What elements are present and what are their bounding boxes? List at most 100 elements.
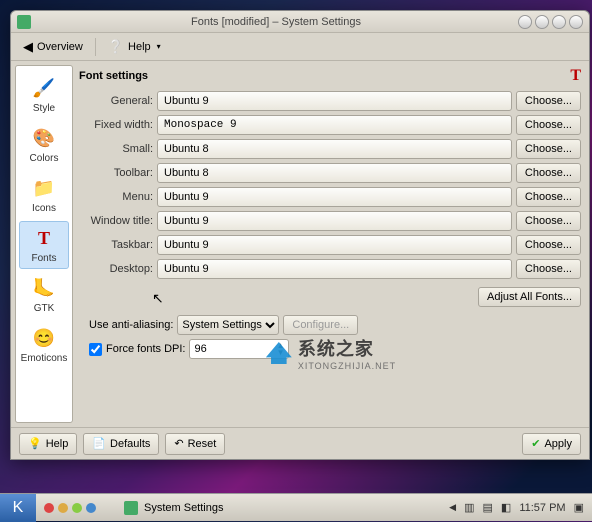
label-taskbar: Taskbar: bbox=[79, 239, 157, 251]
value-fixed[interactable]: Monospace 9 bbox=[157, 115, 512, 135]
task-icon bbox=[124, 501, 138, 515]
task-label: System Settings bbox=[144, 502, 223, 514]
help-label: Help bbox=[46, 438, 69, 450]
choose-toolbar[interactable]: Choose... bbox=[516, 163, 581, 183]
tray-icon[interactable] bbox=[44, 503, 54, 513]
defaults-label: Defaults bbox=[110, 438, 150, 450]
value-windowtitle[interactable]: Ubuntu 9 bbox=[157, 211, 512, 231]
show-desktop-icon[interactable]: ▣ bbox=[574, 501, 584, 514]
defaults-icon: 📄 bbox=[92, 437, 106, 450]
sidebar-item-gtk[interactable]: 🦶 GTK bbox=[19, 271, 69, 319]
system-tray: ◀ ▥ ▤ ◧ 11:57 PM ▣ bbox=[441, 501, 592, 514]
toolbar-separator bbox=[95, 38, 96, 56]
aa-label: Use anti-aliasing: bbox=[89, 319, 173, 331]
label-desktop: Desktop: bbox=[79, 263, 157, 275]
overview-button[interactable]: ◀Overview bbox=[17, 37, 89, 57]
help-button[interactable]: 💡 Help bbox=[19, 433, 77, 455]
sidebar-item-fonts[interactable]: TFonts bbox=[19, 221, 69, 269]
choose-windowtitle[interactable]: Choose... bbox=[516, 211, 581, 231]
panel-title: Font settings bbox=[79, 70, 570, 82]
help-menu[interactable]: ❔ Help ▾ bbox=[102, 37, 167, 57]
choose-fixed[interactable]: Choose... bbox=[516, 115, 581, 135]
adjust-row: Adjust All Fonts... bbox=[79, 287, 581, 307]
sidebar-item-emoticons[interactable]: 😊 Emoticons bbox=[19, 321, 69, 369]
minimize-button[interactable] bbox=[535, 15, 549, 29]
tray-group bbox=[36, 503, 104, 513]
tray-app-icon[interactable]: ◧ bbox=[501, 501, 511, 514]
row-windowtitle: Window title:Ubuntu 9Choose... bbox=[79, 211, 581, 231]
tray-icon[interactable] bbox=[72, 503, 82, 513]
help-window-button[interactable] bbox=[518, 15, 532, 29]
sidebar-label: GTK bbox=[34, 303, 55, 314]
sidebar-item-colors[interactable]: 🎨Colors bbox=[19, 121, 69, 169]
tray-app-icon[interactable]: ▤ bbox=[483, 501, 493, 514]
gtk-icon: 🦶 bbox=[32, 277, 56, 301]
sidebar-item-style[interactable]: 🖌️ Style bbox=[19, 71, 69, 119]
clock[interactable]: 11:57 PM bbox=[519, 502, 565, 514]
close-button[interactable] bbox=[569, 15, 583, 29]
overview-label: Overview bbox=[37, 41, 83, 53]
sidebar-label: Emoticons bbox=[21, 353, 68, 364]
dpi-label: Force fonts DPI: bbox=[106, 343, 185, 355]
settings-window: Fonts [modified] – System Settings ◀Over… bbox=[10, 10, 590, 460]
defaults-button[interactable]: 📄 Defaults bbox=[83, 433, 159, 455]
sidebar: 🖌️ Style 🎨Colors 📁Icons TFonts 🦶 GTK 😊 Emot… bbox=[15, 65, 73, 423]
tray-icon[interactable] bbox=[58, 503, 68, 513]
choose-small[interactable]: Choose... bbox=[516, 139, 581, 159]
window-title: Fonts [modified] – System Settings bbox=[37, 16, 515, 28]
sidebar-label: Colors bbox=[30, 153, 59, 164]
help-icon: 💡 bbox=[28, 437, 42, 450]
choose-desktop[interactable]: Choose... bbox=[516, 259, 581, 279]
watermark-cn: 系统之家 bbox=[298, 335, 396, 361]
taskbar-entry[interactable]: System Settings bbox=[116, 499, 231, 517]
apply-label: Apply bbox=[544, 438, 572, 450]
tray-app-icon[interactable]: ▥ bbox=[464, 501, 474, 514]
dpi-checkbox[interactable] bbox=[89, 343, 102, 356]
window-body: 🖌️Style 🎨Colors 📁Icons TFonts 🦶GTK 😊Emot… bbox=[11, 61, 589, 427]
value-small[interactable]: Ubuntu 8 bbox=[157, 139, 512, 159]
choose-menu[interactable]: Choose... bbox=[516, 187, 581, 207]
choose-taskbar[interactable]: Choose... bbox=[516, 235, 581, 255]
sidebar-item-icons[interactable]: 📁Icons bbox=[19, 171, 69, 219]
row-general: General:Ubuntu 9Choose... bbox=[79, 91, 581, 111]
sidebar-label: Fonts bbox=[31, 253, 56, 264]
sidebar-label: Style bbox=[33, 103, 55, 114]
main-panel: Font settings T General:Ubuntu 9Choose..… bbox=[73, 61, 589, 427]
value-menu[interactable]: Ubuntu 9 bbox=[157, 187, 512, 207]
reset-label: Reset bbox=[188, 438, 217, 450]
label-fixed: Fixed width: bbox=[79, 119, 157, 131]
watermark-logo-icon bbox=[266, 342, 292, 364]
choose-general[interactable]: Choose... bbox=[516, 91, 581, 111]
row-toolbar: Toolbar:Ubuntu 8Choose... bbox=[79, 163, 581, 183]
reset-button[interactable]: ↶ Reset bbox=[165, 433, 225, 455]
value-desktop[interactable]: Ubuntu 9 bbox=[157, 259, 512, 279]
aa-configure-button: Configure... bbox=[283, 315, 358, 335]
emoticons-icon: 😊 bbox=[32, 327, 56, 351]
titlebar[interactable]: Fonts [modified] – System Settings bbox=[11, 11, 589, 33]
chevron-down-icon: ▾ bbox=[157, 42, 161, 51]
aa-select[interactable]: System Settings bbox=[177, 315, 279, 335]
label-menu: Menu: bbox=[79, 191, 157, 203]
adjust-all-button[interactable]: Adjust All Fonts... bbox=[478, 287, 581, 307]
maximize-button[interactable] bbox=[552, 15, 566, 29]
panel-header: Font settings T bbox=[79, 67, 581, 85]
style-icon: 🖌️ bbox=[32, 77, 56, 101]
label-toolbar: Toolbar: bbox=[79, 167, 157, 179]
row-menu: Menu:Ubuntu 9Choose... bbox=[79, 187, 581, 207]
icons-icon: 📁 bbox=[32, 177, 56, 201]
help-label: Help bbox=[128, 41, 151, 53]
toolbar: ◀Overview ❔ Help ▾ bbox=[11, 33, 589, 61]
antialias-row: Use anti-aliasing: System Settings Confi… bbox=[79, 315, 581, 335]
tray-caret-icon[interactable]: ◀ bbox=[449, 502, 456, 513]
tray-icon[interactable] bbox=[86, 503, 96, 513]
kde-menu-button[interactable]: K bbox=[0, 494, 36, 522]
help-icon: ❔ bbox=[108, 39, 124, 55]
panel-icon: T bbox=[570, 67, 581, 85]
apply-button[interactable]: ✔Apply bbox=[522, 433, 581, 455]
footer: 💡 Help 📄 Defaults ↶ Reset ✔Apply bbox=[11, 427, 589, 459]
row-small: Small:Ubuntu 8Choose... bbox=[79, 139, 581, 159]
value-general[interactable]: Ubuntu 9 bbox=[157, 91, 512, 111]
value-toolbar[interactable]: Ubuntu 8 bbox=[157, 163, 512, 183]
value-taskbar[interactable]: Ubuntu 9 bbox=[157, 235, 512, 255]
reset-icon: ↶ bbox=[174, 437, 183, 450]
